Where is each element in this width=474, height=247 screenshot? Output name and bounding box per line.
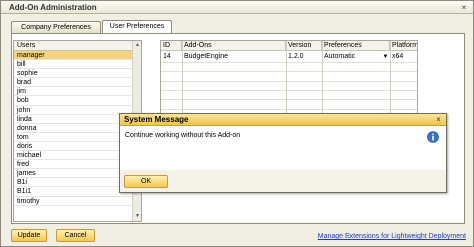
user-list-item[interactable]: tom bbox=[14, 133, 132, 142]
info-icon bbox=[427, 131, 439, 143]
add-on-administration-window: Add-On Administration × Company Preferen… bbox=[0, 0, 474, 247]
cell-platform[interactable]: x64 bbox=[390, 52, 417, 62]
manage-extensions-link[interactable]: Manage Extensions for Lightweight Deploy… bbox=[318, 233, 466, 240]
ok-button[interactable]: OK bbox=[124, 175, 168, 188]
col-header-preferences[interactable]: Preferences bbox=[322, 41, 390, 51]
user-list-item[interactable]: brad bbox=[14, 78, 132, 88]
col-header-version[interactable]: Version bbox=[286, 41, 322, 51]
user-list-item[interactable]: linda bbox=[14, 115, 132, 124]
tab-user-preferences[interactable]: User Preferences bbox=[102, 20, 172, 33]
dialog-message: Continue working without this Add-on bbox=[125, 132, 241, 139]
col-header-platform[interactable]: Platform bbox=[390, 41, 417, 51]
dialog-button-bar bbox=[120, 170, 446, 192]
window-title: Add-On Administration bbox=[9, 3, 97, 12]
user-list-item[interactable]: B1i1 bbox=[14, 187, 132, 197]
system-message-dialog: System Message × Continue working withou… bbox=[119, 113, 447, 193]
grid-row-line bbox=[161, 71, 417, 73]
user-list-item[interactable]: bill bbox=[14, 60, 132, 70]
user-list-item[interactable]: manager bbox=[14, 51, 132, 61]
grid-row-line bbox=[161, 62, 417, 63]
scroll-down-icon[interactable]: ▼ bbox=[134, 213, 141, 220]
grid-row-line bbox=[161, 108, 417, 110]
user-list-item[interactable]: sophie bbox=[14, 69, 132, 79]
user-list-item[interactable]: james bbox=[14, 169, 132, 179]
cell-id[interactable]: 14 bbox=[161, 52, 182, 62]
user-list-item[interactable]: timothy bbox=[14, 197, 132, 206]
user-list-item[interactable]: michael bbox=[14, 151, 132, 161]
title-bar: Add-On Administration × bbox=[1, 1, 473, 14]
user-list-item[interactable]: B1i bbox=[14, 178, 132, 188]
scroll-up-icon[interactable]: ▲ bbox=[134, 42, 141, 49]
preference-dropdown[interactable]: Automatic bbox=[322, 52, 382, 62]
tab-company-preferences[interactable]: Company Preferences bbox=[11, 21, 101, 33]
col-header-add-ons[interactable]: Add-Ons bbox=[182, 41, 286, 51]
user-list-item[interactable]: doris bbox=[14, 142, 132, 152]
dropdown-arrow-icon[interactable]: ▼ bbox=[382, 53, 389, 61]
grid-row-line bbox=[161, 89, 417, 91]
cancel-button[interactable]: Cancel bbox=[56, 229, 95, 242]
col-header-id[interactable]: ID bbox=[161, 41, 182, 51]
grid-row-line bbox=[161, 80, 417, 82]
cell-version[interactable]: 1.2.0 bbox=[286, 52, 322, 62]
dialog-title: System Message bbox=[124, 115, 189, 124]
cell-add-on-name[interactable]: BudgetEngine bbox=[182, 52, 286, 62]
user-list-item[interactable]: jim bbox=[14, 87, 132, 97]
dialog-title-bar: System Message × bbox=[120, 114, 446, 126]
window-close-icon[interactable]: × bbox=[459, 3, 469, 12]
users-column-header[interactable]: Users bbox=[14, 41, 141, 51]
grid-row-line bbox=[161, 99, 417, 101]
user-list-item[interactable]: donna bbox=[14, 124, 132, 133]
user-list-item[interactable]: fred bbox=[14, 160, 132, 170]
user-list-item[interactable]: bob bbox=[14, 96, 132, 106]
update-button[interactable]: Update bbox=[11, 229, 47, 242]
dialog-close-icon[interactable]: × bbox=[434, 115, 443, 124]
user-list-item[interactable]: john bbox=[14, 106, 132, 115]
